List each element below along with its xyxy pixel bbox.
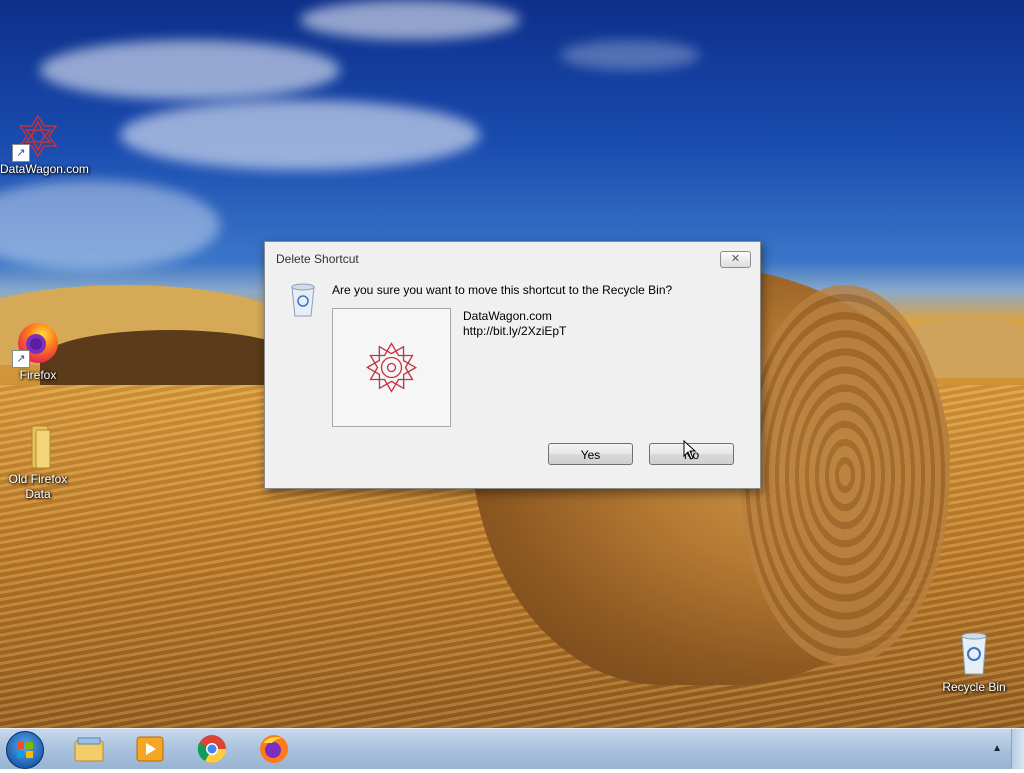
- recycle-bin-icon: [289, 282, 317, 318]
- desktop-icon-firefox[interactable]: ↗ Firefox: [0, 318, 76, 383]
- taskbar: ▲: [0, 728, 1024, 769]
- mouse-cursor-icon: [683, 439, 697, 460]
- hay-bale-face: [740, 285, 950, 665]
- desktop-icon-label: DataWagon.com: [0, 162, 89, 176]
- show-desktop-button[interactable]: [1011, 729, 1024, 769]
- desktop-icon-label: Old Firefox Data: [8, 472, 68, 501]
- desktop-icon-label: Recycle Bin: [942, 680, 1006, 694]
- datawagon-icon: ↗: [12, 112, 62, 162]
- cloud: [40, 40, 340, 100]
- cloud: [560, 40, 700, 70]
- desktop-icon-recycle-bin[interactable]: Recycle Bin: [936, 630, 1012, 695]
- folder-icon: [14, 422, 62, 470]
- shortcut-name: DataWagon.com: [463, 309, 552, 323]
- hill: [40, 330, 300, 390]
- cloud: [120, 100, 480, 170]
- cloud: [0, 180, 220, 270]
- dialog-title: Delete Shortcut: [276, 252, 359, 266]
- firefox-icon: ↗: [12, 318, 62, 368]
- desktop-icon-datawagon[interactable]: ↗ DataWagon.com: [0, 112, 89, 177]
- windows-explorer-icon[interactable]: [73, 733, 105, 765]
- show-hidden-icons-button[interactable]: ▲: [992, 743, 1002, 754]
- shortcut-url: http://bit.ly/2XziEpT: [463, 324, 567, 338]
- media-player-icon[interactable]: [134, 733, 166, 765]
- yes-button[interactable]: Yes: [548, 443, 633, 465]
- chrome-icon[interactable]: [196, 733, 228, 765]
- desktop-icon-old-firefox-data[interactable]: Old Firefox Data: [0, 422, 76, 502]
- desktop-icon-label: Firefox: [19, 368, 57, 382]
- shortcut-arrow-icon: ↗: [12, 350, 30, 368]
- close-button[interactable]: ✕: [720, 251, 751, 268]
- shortcut-preview: [332, 308, 451, 427]
- firefox-icon[interactable]: [258, 733, 290, 765]
- recycle-bin-icon: [950, 630, 998, 678]
- shortcut-arrow-icon: ↗: [12, 144, 30, 162]
- windows-logo-icon: [17, 742, 33, 758]
- start-button[interactable]: [6, 731, 44, 769]
- datawagon-icon: [366, 342, 417, 393]
- cloud: [300, 0, 520, 40]
- dialog-question: Are you sure you want to move this short…: [332, 283, 673, 297]
